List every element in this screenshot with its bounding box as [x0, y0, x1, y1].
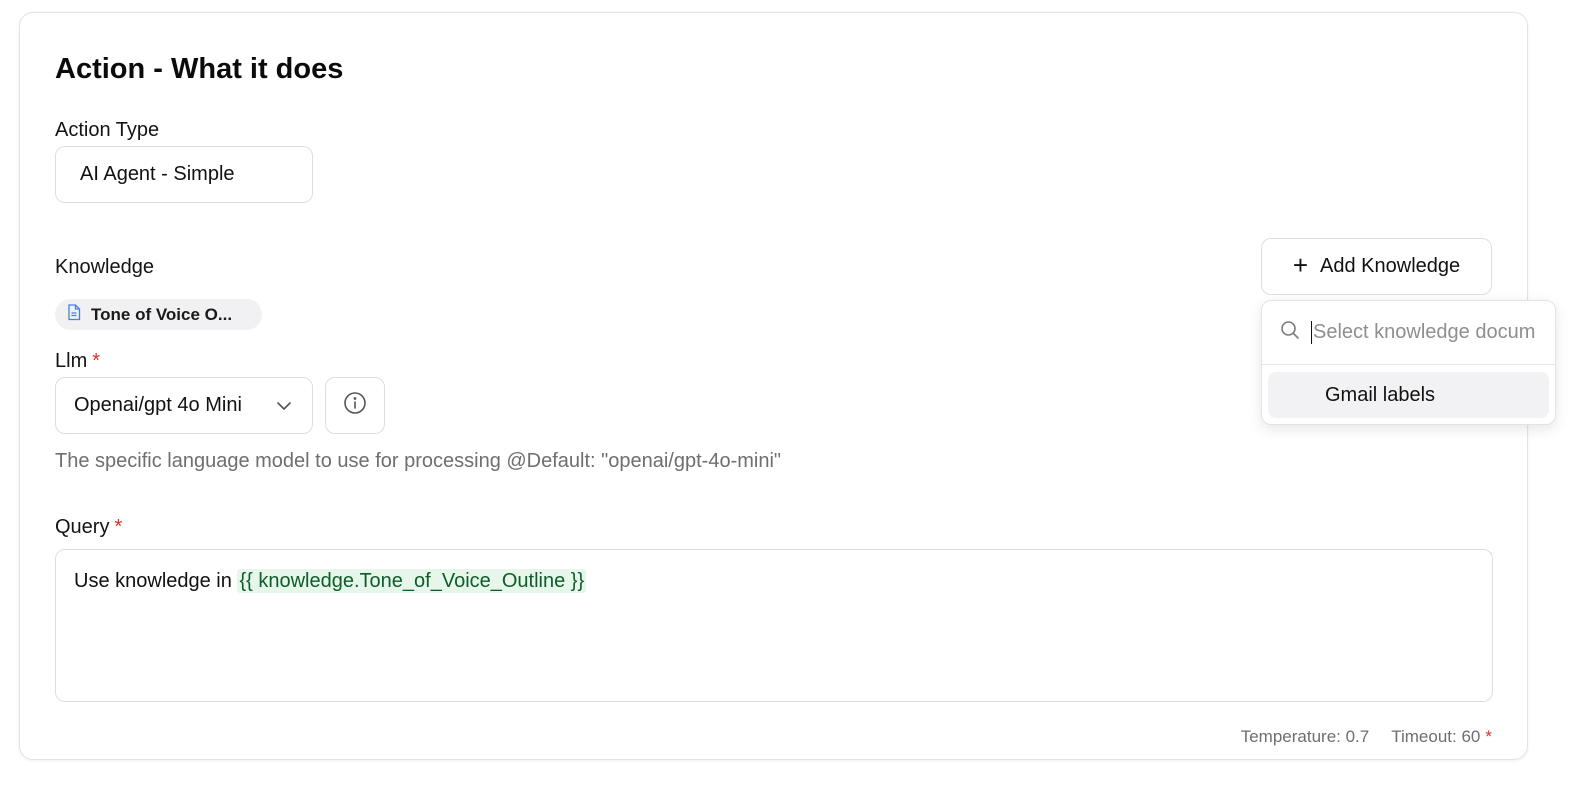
llm-info-button[interactable] — [325, 377, 385, 434]
document-icon — [67, 303, 81, 326]
query-text: Use knowledge in — [74, 570, 238, 592]
action-type-label: Action Type — [55, 119, 160, 141]
required-mark: * — [1485, 727, 1492, 746]
add-knowledge-button[interactable]: + Add Knowledge — [1261, 238, 1492, 295]
footer-settings: Temperature: 0.7 Timeout: 60 * — [1241, 727, 1492, 747]
required-mark: * — [92, 350, 101, 372]
knowledge-dropdown: Gmail labels — [1261, 300, 1556, 425]
chevron-down-icon — [276, 394, 292, 417]
info-icon — [343, 391, 367, 420]
plus-icon: + — [1292, 250, 1309, 280]
query-label: Query * — [55, 516, 122, 539]
query-textarea[interactable]: Use knowledge in {{ knowledge.Tone_of_Vo… — [55, 549, 1493, 702]
llm-label: Llm * — [55, 350, 100, 373]
knowledge-search-input[interactable] — [1311, 321, 1539, 344]
search-icon — [1280, 320, 1300, 345]
temperature-value[interactable]: Temperature: 0.7 — [1241, 727, 1370, 747]
knowledge-label: Knowledge — [55, 256, 154, 278]
required-mark: * — [114, 516, 123, 538]
knowledge-chip-label: Tone of Voice O... — [91, 304, 233, 324]
timeout-value: Timeout: 60 — [1391, 727, 1481, 746]
query-variable: {{ knowledge.Tone_of_Voice_Outline }} — [237, 569, 587, 593]
timeout-setting[interactable]: Timeout: 60 * — [1391, 727, 1492, 747]
llm-label-text: Llm — [55, 350, 88, 372]
knowledge-search — [1262, 301, 1555, 365]
add-knowledge-label: Add Knowledge — [1320, 255, 1461, 277]
section-title: Action - What it does — [55, 53, 344, 85]
llm-select-value: Openai/gpt 4o Mini — [74, 394, 242, 416]
llm-select[interactable]: Openai/gpt 4o Mini — [55, 377, 313, 434]
knowledge-chip[interactable]: Tone of Voice O... — [55, 299, 262, 330]
action-type-value: AI Agent - Simple — [80, 163, 235, 185]
knowledge-option-gmail-labels[interactable]: Gmail labels — [1268, 372, 1549, 418]
llm-help-text: The specific language model to use for p… — [55, 450, 782, 472]
action-type-field[interactable]: AI Agent - Simple — [55, 146, 313, 203]
query-label-text: Query — [55, 516, 110, 538]
